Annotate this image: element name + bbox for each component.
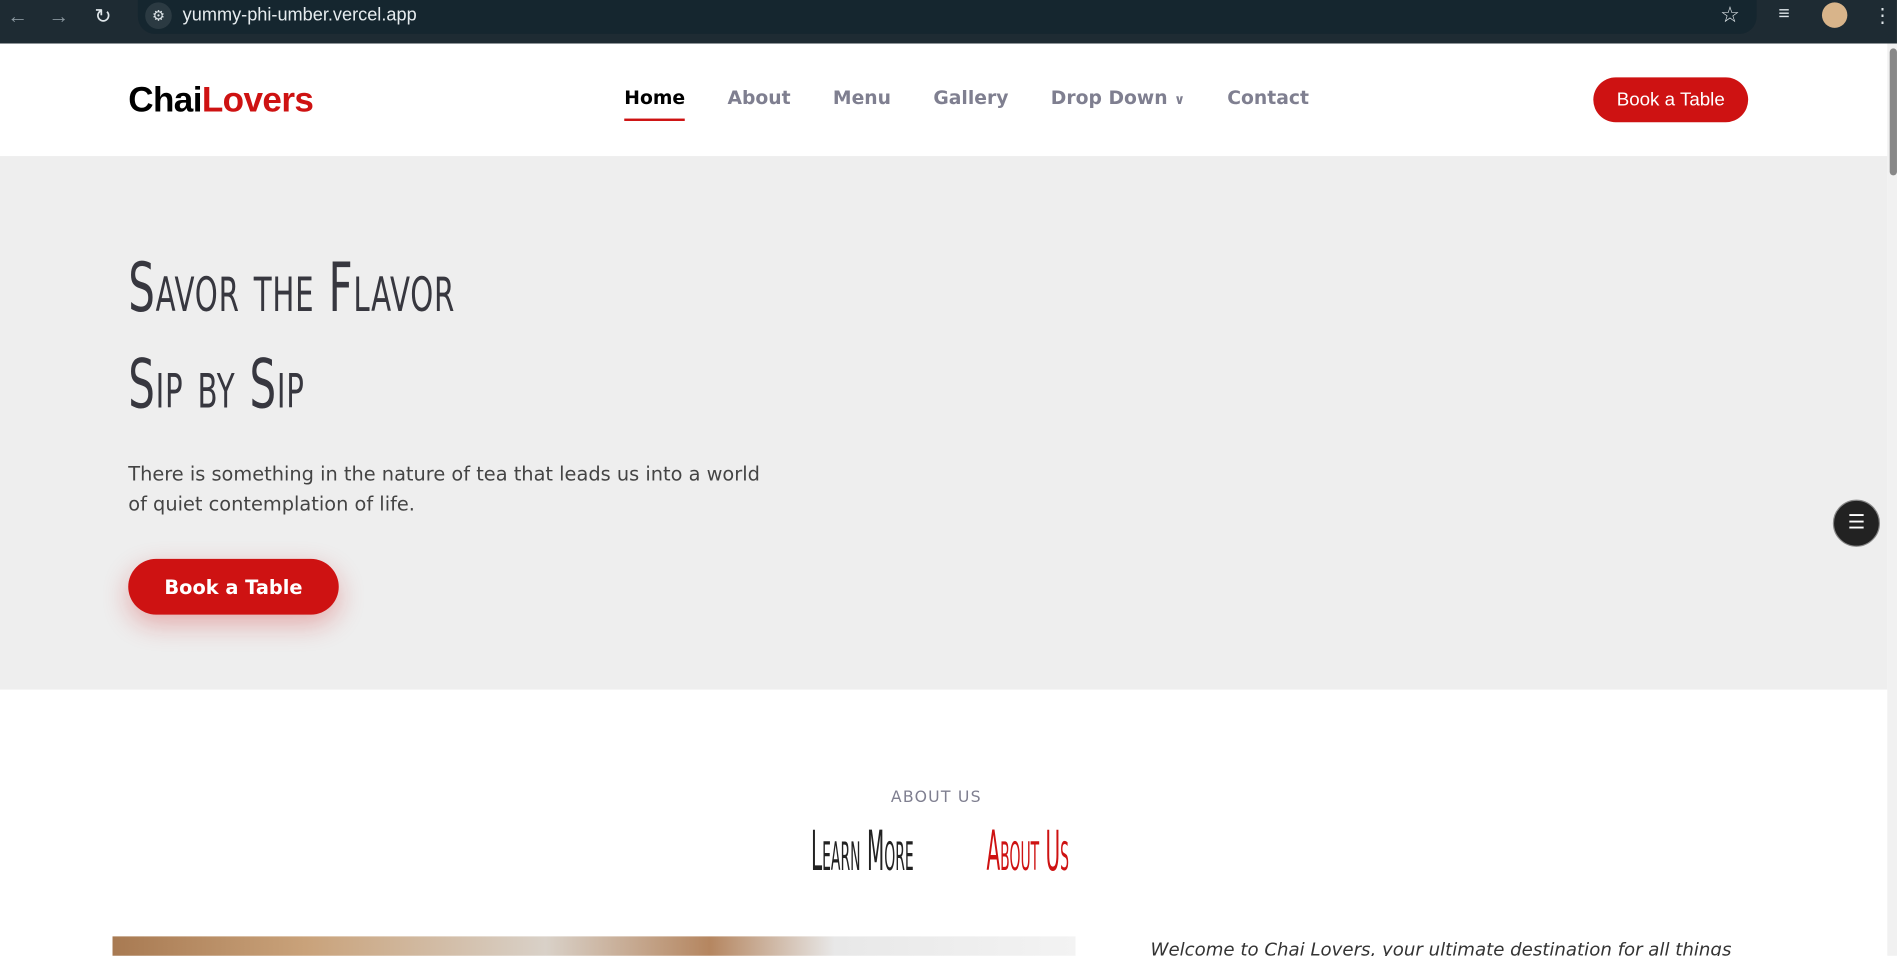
about-title-accent: About Us	[986, 817, 1069, 884]
more-menu-icon[interactable]: ⋮	[1873, 4, 1892, 28]
back-icon[interactable]: ←	[7, 5, 28, 29]
nav-dropdown[interactable]: Drop Down ∨	[1051, 87, 1185, 109]
nav-gallery[interactable]: Gallery	[933, 87, 1008, 109]
site-header: ChaiLovers Home About Menu Gallery Drop …	[0, 43, 1888, 157]
book-table-button[interactable]: Book a Table	[1593, 77, 1749, 123]
scrollbar[interactable]	[1887, 43, 1897, 956]
scrollbar-thumb[interactable]	[1889, 48, 1897, 176]
reload-icon[interactable]: ↻	[94, 5, 111, 29]
browser-toolbar: ← → ↻ ⚙ yummy-phi-umber.vercel.app ☆ ≡ ⋮	[0, 0, 1897, 44]
nav-contact[interactable]: Contact	[1227, 87, 1309, 109]
bookmark-star-icon[interactable]: ☆	[1720, 2, 1740, 27]
about-title: Learn More About Us	[0, 818, 1873, 883]
about-intro: Welcome to Chai Lovers, your ultimate de…	[1150, 938, 1732, 956]
floating-menu-icon[interactable]: ☰	[1832, 499, 1881, 547]
chevron-down-icon: ∨	[1174, 91, 1185, 108]
hero-text: There is something in the nature of tea …	[128, 462, 760, 516]
logo-text-accent: Lovers	[201, 81, 314, 120]
page: ← → ↻ ⚙ yummy-phi-umber.vercel.app ☆ ≡ ⋮…	[0, 0, 1897, 956]
logo[interactable]: ChaiLovers	[128, 81, 314, 121]
hero-title-line2: Sip by Sip	[128, 346, 305, 425]
address-bar[interactable]: ⚙ yummy-phi-umber.vercel.app ☆	[137, 0, 1757, 34]
nav-dropdown-label: Drop Down	[1050, 87, 1168, 109]
about-image	[112, 936, 1076, 956]
hero-title-line1: Savor the Flavor	[128, 249, 456, 328]
hero-section: Savor the Flavor Sip by Sip There is some…	[0, 156, 1888, 690]
site-settings-icon[interactable]: ⚙	[145, 2, 172, 30]
main-nav: Home About Menu Gallery Drop Down ∨ Cont…	[624, 87, 1351, 121]
url-text[interactable]: yummy-phi-umber.vercel.app	[183, 5, 417, 26]
nav-home[interactable]: Home	[624, 87, 686, 121]
hero-title: Savor the Flavor Sip by Sip	[128, 241, 455, 435]
nav-menu[interactable]: Menu	[833, 87, 891, 109]
about-title-main: Learn More	[810, 817, 914, 884]
media-icon[interactable]: ≡	[1778, 4, 1789, 26]
hero-book-table-button[interactable]: Book a Table	[128, 558, 339, 615]
profile-avatar[interactable]	[1821, 2, 1848, 28]
logo-text: Chai	[128, 81, 202, 120]
forward-icon[interactable]: →	[48, 5, 69, 29]
about-tag: ABOUT US	[890, 788, 982, 807]
nav-about[interactable]: About	[727, 87, 790, 109]
